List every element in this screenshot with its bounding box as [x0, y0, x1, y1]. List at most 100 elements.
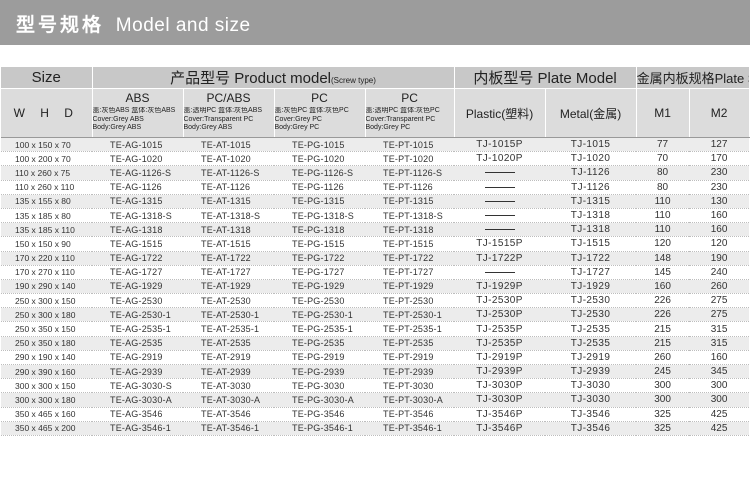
cell-pc-transparent-model: TE-PT-1727 [365, 265, 455, 280]
cell-abs-model: TE-AG-2939 [92, 364, 183, 380]
cell-size: 100 x 150 x 70 [1, 137, 92, 153]
cell-m2: 230 [689, 180, 750, 195]
desc-abs-cover: Cover:Grey ABS [92, 115, 144, 123]
header-abs: ABS [92, 88, 184, 107]
cell-pcabs-model: TE-AT-1315 [183, 194, 274, 209]
cell-m1: 120 [636, 236, 690, 252]
cell-metal-plate: TJ-1722 [545, 251, 637, 266]
cell-metal-plate: TJ-1015 [545, 137, 637, 153]
header-product-model: 产品型号 Product model(Screw type) [92, 67, 455, 89]
header-metal: Metal(金属) [545, 88, 637, 138]
cell-plastic-plate: TJ-3030P [454, 378, 546, 394]
cell-size: 250 x 350 x 180 [1, 336, 92, 351]
cell-metal-plate: TJ-1126 [545, 180, 637, 195]
cell-abs-model: TE-AG-1318-S [92, 208, 183, 224]
cell-pc-grey-model: TE-PG-1020 [274, 151, 365, 167]
cell-plastic-plate: TJ-1722P [454, 251, 546, 266]
cell-metal-plate: TJ-1318 [545, 208, 637, 224]
desc-pcabs-body: Body:Grey ABS [183, 124, 233, 131]
cell-size: 110 x 260 x 110 [1, 180, 92, 195]
header-screw-type: (Screw type) [331, 76, 376, 85]
cell-metal-plate: TJ-2919 [545, 350, 637, 366]
cell-pc-grey-model: TE-PG-1318 [274, 222, 365, 238]
cell-m2: 230 [689, 165, 750, 181]
cell-size: 190 x 290 x 140 [1, 279, 92, 295]
desc-pc-transparent-body: Body:Grey PC [365, 124, 411, 131]
cell-size: 135 x 185 x 80 [1, 208, 92, 224]
cell-m1: 226 [636, 293, 690, 309]
cell-m1: 300 [636, 378, 690, 394]
cell-pc-transparent-model: TE-PT-2939 [365, 364, 455, 380]
desc-abs: 盖:灰色ABS 盒体:灰色ABS Cover:Grey ABS Body:Gre… [92, 107, 184, 138]
cell-m2: 130 [689, 194, 750, 209]
cell-m2: 160 [689, 208, 750, 224]
table-row: 170 x 220 x 110 TE-AG-1722 TE-AT-1722 TE-PG… [1, 251, 750, 266]
cell-pc-transparent-model: TE-PT-1020 [365, 151, 455, 167]
cell-pcabs-model: TE-AT-1929 [183, 279, 274, 295]
cell-pcabs-model: TE-AT-1020 [183, 151, 274, 167]
cell-metal-plate: TJ-1515 [545, 236, 637, 252]
desc-pc-transparent-cn: 盖:透明PC 盒体:灰色PC [365, 107, 440, 114]
cell-pc-transparent-model: TE-PT-1126 [365, 180, 455, 195]
table-row: 250 x 300 x 150 TE-AG-2530 TE-AT-2530 TE-PG… [1, 293, 750, 309]
cell-m2: 300 [689, 392, 750, 408]
cell-abs-model: TE-AG-3030-A [92, 392, 183, 408]
cell-pc-grey-model: TE-PG-1126 [274, 180, 365, 195]
cell-pc-grey-model: TE-PG-1722 [274, 251, 365, 266]
cell-m1: 215 [636, 336, 690, 351]
table-row: 290 x 190 x 140 TE-AG-2919 TE-AT-2919 TE-PG… [1, 350, 750, 366]
header-plate-size: 金属内板规格Plate Size [636, 67, 750, 89]
cell-plastic-plate: TJ-2530P [454, 307, 546, 323]
cell-pcabs-model: TE-AT-3030 [183, 378, 274, 394]
cell-metal-plate: TJ-3030 [545, 392, 637, 408]
cell-plastic-plate: TJ-1015P [454, 137, 546, 153]
desc-pc-transparent-cover: Cover:Transparent PC [365, 115, 436, 123]
cell-pc-grey-model: TE-PG-3030 [274, 378, 365, 394]
cell-size: 250 x 300 x 150 [1, 293, 92, 309]
cell-pc-transparent-model: TE-PT-1318 [365, 222, 455, 238]
cell-pc-grey-model: TE-PG-3546-1 [274, 421, 365, 436]
cell-abs-model: TE-AG-1929 [92, 279, 183, 295]
cell-pc-grey-model: TE-PG-1929 [274, 279, 365, 295]
header-pc-transparent: PC [365, 88, 455, 107]
cell-pcabs-model: TE-AT-3546-1 [183, 421, 274, 436]
cell-m2: 300 [689, 378, 750, 394]
table-body: 100 x 150 x 70 TE-AG-1015 TE-AT-1015 TE-PG-… [1, 137, 750, 436]
cell-abs-model: TE-AG-2535 [92, 336, 183, 351]
cell-pc-grey-model: TE-PG-1126-S [274, 165, 365, 181]
cell-pc-transparent-model: TE-PT-1126-S [365, 165, 455, 181]
cell-pc-transparent-model: TE-PT-3030 [365, 378, 455, 394]
cell-m2: 345 [689, 364, 750, 380]
cell-pc-grey-model: TE-PG-2535-1 [274, 321, 365, 337]
not-available-dash [484, 186, 515, 188]
cell-m1: 145 [636, 265, 690, 280]
cell-abs-model: TE-AG-3030-S [92, 378, 183, 394]
cell-pcabs-model: TE-AT-1126 [183, 180, 274, 195]
header-product-model-label: 产品型号 Product model [170, 70, 332, 87]
cell-pcabs-model: TE-AT-2939 [183, 364, 274, 380]
cell-size: 150 x 150 x 90 [1, 236, 92, 252]
cell-size: 350 x 465 x 160 [1, 407, 92, 422]
page-title-cn: 型号规格 [16, 14, 105, 36]
table-row: 100 x 150 x 70 TE-AG-1015 TE-AT-1015 TE-PG-… [1, 137, 750, 153]
cell-m2: 260 [689, 279, 750, 295]
cell-abs-model: TE-AG-1015 [92, 137, 183, 153]
table-row: 150 x 150 x 90 TE-AG-1515 TE-AT-1515 TE-PG-… [1, 236, 750, 252]
cell-plastic-plate [454, 194, 546, 209]
cell-plastic-plate: TJ-2919P [454, 350, 546, 366]
header-pc-grey: PC [274, 88, 366, 107]
cell-pc-transparent-model: TE-PT-2530 [365, 293, 455, 309]
cell-abs-model: TE-AG-1318 [92, 222, 183, 238]
table-row: 300 x 300 x 180 TE-AG-3030-A TE-AT-3030-A T… [1, 392, 750, 408]
cell-pcabs-model: TE-AT-1727 [183, 265, 274, 280]
table-row: 135 x 185 x 110 TE-AG-1318 TE-AT-1318 TE-PG… [1, 222, 750, 238]
desc-abs-body: Body:Grey ABS [92, 124, 142, 131]
header-pcabs: PC/ABS [183, 88, 275, 107]
table-row: 250 x 350 x 150 TE-AG-2535-1 TE-AT-2535-1 T… [1, 321, 750, 337]
header-m2: M2 [689, 88, 750, 138]
cell-size: 250 x 350 x 150 [1, 321, 92, 337]
cell-abs-model: TE-AG-1722 [92, 251, 183, 266]
cell-pc-transparent-model: TE-PT-1015 [365, 137, 455, 153]
desc-pc-grey: 盖:灰色PC 盒体:灰色PC Cover:Grey PC Body:Grey P… [274, 107, 366, 138]
header-m1: M1 [636, 88, 690, 138]
